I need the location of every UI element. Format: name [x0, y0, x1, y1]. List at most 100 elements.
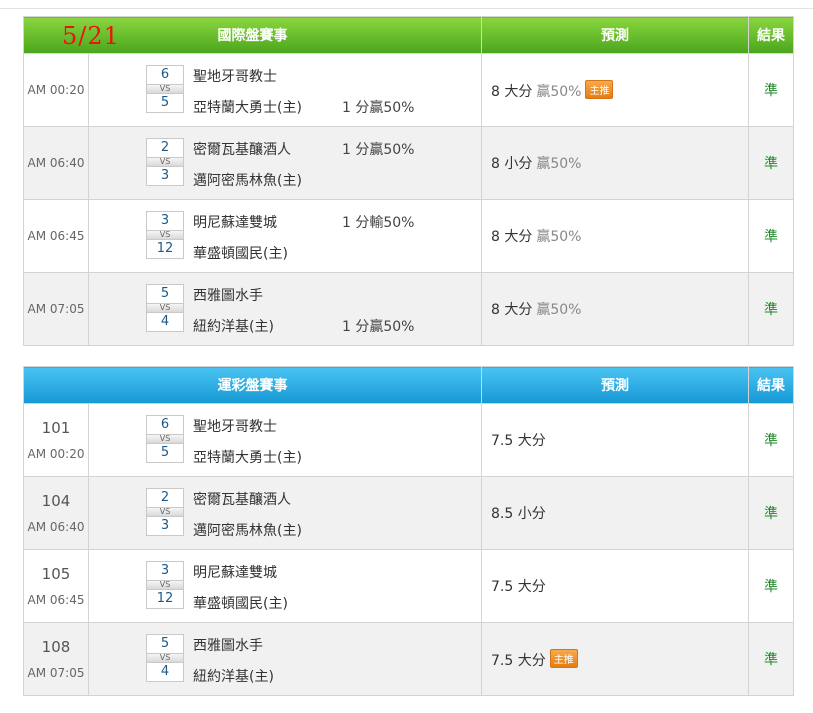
- team-home: 華盛頓國民(主): [193, 596, 288, 612]
- scoreboard: 6 VS 5: [146, 65, 184, 113]
- score-away: 2: [146, 138, 184, 158]
- vs-label: VS: [146, 581, 184, 589]
- game-time: AM 00:20: [23, 53, 89, 127]
- team-home: 亞特蘭大勇士(主): [193, 450, 302, 466]
- score-home: 4: [146, 662, 184, 682]
- score-away: 3: [146, 211, 184, 231]
- featured-badge: 主推: [585, 79, 614, 99]
- prediction-header: 預測: [481, 366, 749, 404]
- matchup: 5 VS 4 西雅圖水手 紐約洋基(主) 1 分贏50%: [88, 272, 482, 346]
- table-row: AM 00:20 6 VS 5 聖地牙哥教士 亞特蘭大勇士(主) 1 分贏50%…: [23, 53, 794, 127]
- result: 準: [748, 476, 794, 550]
- team-away: 西雅圖水手: [193, 638, 263, 654]
- matchup: 5 VS 4 西雅圖水手 紐約洋基(主): [88, 622, 482, 696]
- panel-title: 國際盤賽事: [217, 28, 288, 44]
- game-time: 108 AM 07:05: [23, 622, 89, 696]
- international-odds-table: 5/21 國際盤賽事 預測 結果 AM 00:20 6 VS 5 聖地牙哥教士 …: [23, 16, 794, 346]
- handicap: 1 分輸50%: [342, 215, 415, 231]
- team-home: 亞特蘭大勇士(主): [193, 100, 302, 116]
- table-row: AM 06:45 3 VS 12 明尼蘇達雙城 華盛頓國民(主) 1 分輸50%…: [23, 199, 794, 273]
- game-number: 104: [41, 492, 71, 510]
- team-away: 聖地牙哥教士: [193, 419, 277, 435]
- prediction: 7.5 大分: [481, 549, 749, 623]
- scoreboard: 3 VS 12: [146, 561, 184, 609]
- matchup: 3 VS 12 明尼蘇達雙城 華盛頓國民(主) 1 分輸50%: [88, 199, 482, 273]
- scoreboard: 2 VS 3: [146, 488, 184, 536]
- result: 準: [748, 53, 794, 127]
- prediction: 8.5 小分: [481, 476, 749, 550]
- featured-badge: 主推: [549, 648, 578, 668]
- team-away: 聖地牙哥教士: [193, 69, 277, 85]
- handicap: 1 分贏50%: [342, 319, 415, 335]
- prediction: 7.5 大分: [481, 403, 749, 477]
- table-row: AM 06:40 2 VS 3 密爾瓦基釀酒人 邁阿密馬林魚(主) 1 分贏50…: [23, 126, 794, 200]
- team-away: 明尼蘇達雙城: [193, 215, 277, 231]
- team-home: 紐約洋基(主): [193, 319, 274, 335]
- matchup: 2 VS 3 密爾瓦基釀酒人 邁阿密馬林魚(主) 1 分贏50%: [88, 126, 482, 200]
- table-row: 104 AM 06:40 2 VS 3 密爾瓦基釀酒人 邁阿密馬林魚(主) 8.…: [23, 476, 794, 550]
- score-away: 5: [146, 634, 184, 654]
- game-time: AM 07:05: [23, 272, 89, 346]
- table-row: 108 AM 07:05 5 VS 4 西雅圖水手 紐約洋基(主) 7.5 大分…: [23, 622, 794, 696]
- vs-label: VS: [146, 654, 184, 662]
- matchup: 6 VS 5 聖地牙哥教士 亞特蘭大勇士(主) 1 分贏50%: [88, 53, 482, 127]
- matchup: 2 VS 3 密爾瓦基釀酒人 邁阿密馬林魚(主): [88, 476, 482, 550]
- score-home: 3: [146, 516, 184, 536]
- table-header: 5/21 國際盤賽事 預測 結果: [23, 16, 794, 54]
- team-home: 邁阿密馬林魚(主): [193, 523, 302, 539]
- top-border: [0, 0, 813, 9]
- table-header: 運彩盤賽事 預測 結果: [23, 366, 794, 404]
- game-time: AM 06:45: [23, 199, 89, 273]
- table-row: 105 AM 06:45 3 VS 12 明尼蘇達雙城 華盛頓國民(主) 7.5…: [23, 549, 794, 623]
- game-number: 105: [41, 565, 71, 583]
- handicap: 1 分贏50%: [342, 100, 415, 116]
- prediction: 8 小分 贏50%: [481, 126, 749, 200]
- matchup: 6 VS 5 聖地牙哥教士 亞特蘭大勇士(主): [88, 403, 482, 477]
- score-home: 4: [146, 312, 184, 332]
- prediction-header: 預測: [481, 16, 749, 54]
- scoreboard: 2 VS 3: [146, 138, 184, 186]
- table-row: AM 07:05 5 VS 4 西雅圖水手 紐約洋基(主) 1 分贏50% 8 …: [23, 272, 794, 346]
- vs-label: VS: [146, 435, 184, 443]
- scoreboard: 5 VS 4: [146, 634, 184, 682]
- win-rate: 贏50%: [536, 156, 582, 172]
- game-time: AM 06:40: [23, 126, 89, 200]
- team-away: 明尼蘇達雙城: [193, 565, 277, 581]
- vs-label: VS: [146, 304, 184, 312]
- prediction: 8 大分 贏50%: [481, 272, 749, 346]
- result: 準: [748, 549, 794, 623]
- score-away: 6: [146, 415, 184, 435]
- scoreboard: 5 VS 4: [146, 284, 184, 332]
- team-home: 邁阿密馬林魚(主): [193, 173, 302, 189]
- handicap: 1 分贏50%: [342, 142, 415, 158]
- score-home: 5: [146, 93, 184, 113]
- game-number: 108: [41, 638, 71, 656]
- prediction: 7.5 大分 主推: [481, 622, 749, 696]
- score-home: 3: [146, 166, 184, 186]
- vs-label: VS: [146, 508, 184, 516]
- score-home: 5: [146, 443, 184, 463]
- vs-label: VS: [146, 158, 184, 166]
- team-away: 密爾瓦基釀酒人: [193, 492, 291, 508]
- result: 準: [748, 199, 794, 273]
- team-home: 紐約洋基(主): [193, 669, 274, 685]
- team-away: 西雅圖水手: [193, 288, 263, 304]
- team-away: 密爾瓦基釀酒人: [193, 142, 291, 158]
- score-away: 2: [146, 488, 184, 508]
- score-home: 12: [146, 589, 184, 609]
- table-row: 101 AM 00:20 6 VS 5 聖地牙哥教士 亞特蘭大勇士(主) 7.5…: [23, 403, 794, 477]
- scoreboard: 3 VS 12: [146, 211, 184, 259]
- win-rate: 贏50%: [536, 302, 582, 318]
- result-header: 結果: [748, 16, 794, 54]
- game-number: 101: [41, 419, 71, 437]
- sports-lottery-table: 運彩盤賽事 預測 結果 101 AM 00:20 6 VS 5 聖地牙哥教士 亞…: [23, 366, 794, 696]
- result-header: 結果: [748, 366, 794, 404]
- score-away: 3: [146, 561, 184, 581]
- result: 準: [748, 622, 794, 696]
- score-away: 5: [146, 284, 184, 304]
- prediction: 8 大分 贏50% 主推: [481, 53, 749, 127]
- scoreboard: 6 VS 5: [146, 415, 184, 463]
- panel-title-cell: 5/21 國際盤賽事: [23, 16, 482, 54]
- result: 準: [748, 403, 794, 477]
- date-label: 5/21: [62, 22, 120, 50]
